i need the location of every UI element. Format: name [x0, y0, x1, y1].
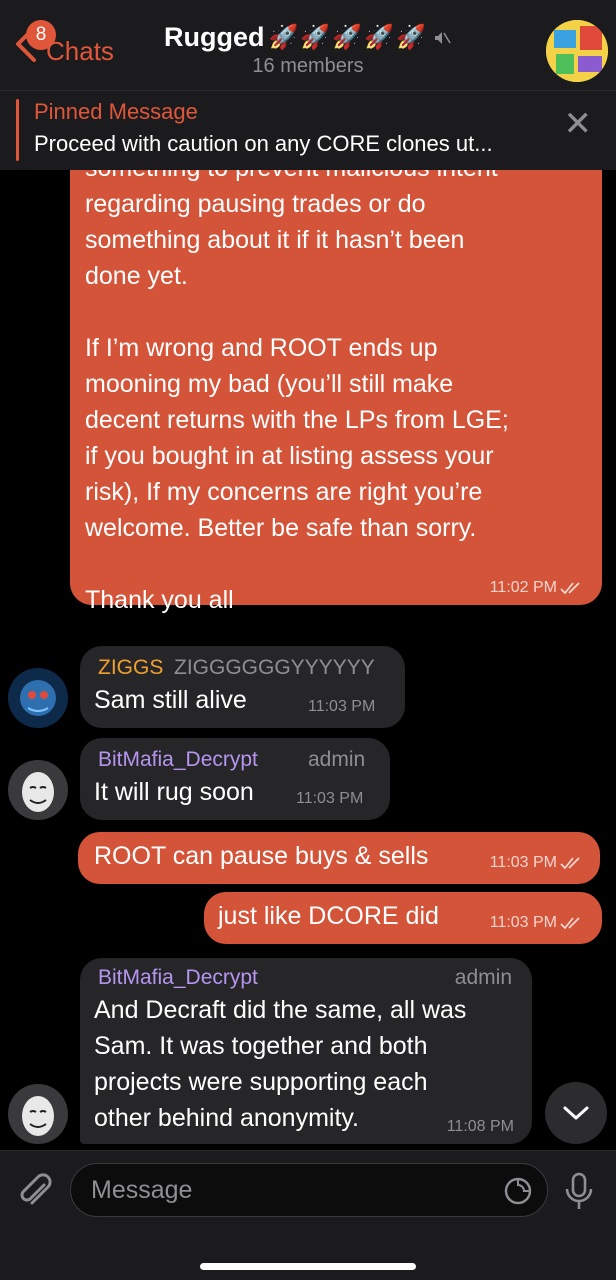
scroll-to-bottom-button[interactable] — [545, 1082, 607, 1144]
message-list[interactable]: something to prevent malicious intent re… — [0, 170, 616, 1150]
message-text-line: other behind anonymity. — [94, 1104, 359, 1132]
chat-header: 8 Chats Rugged 🚀🚀🚀🚀🚀 16 members — [0, 0, 616, 90]
avatar[interactable] — [8, 1084, 68, 1144]
message-time: 11:08 PM — [446, 1118, 514, 1135]
avatar[interactable] — [8, 668, 68, 728]
home-indicator — [200, 1263, 416, 1270]
muted-icon — [434, 31, 451, 44]
admin-badge: admin — [308, 748, 366, 771]
message-text: just like DCORE did — [218, 902, 439, 930]
message-text: something to prevent malicious intent re… — [85, 170, 509, 614]
double-check-icon — [560, 857, 580, 870]
sticker-icon[interactable] — [503, 1176, 533, 1206]
outgoing-message[interactable]: something to prevent malicious intent re… — [70, 170, 602, 614]
message-text-line: projects were supporting each — [94, 1068, 428, 1096]
group-avatar[interactable] — [546, 20, 608, 82]
paperclip-icon[interactable] — [16, 1171, 56, 1211]
message-input-placeholder: Message — [91, 1176, 193, 1204]
message-time: 11:02 PM — [490, 579, 584, 597]
message-text-line: And Decraft did the same, all was — [94, 996, 467, 1024]
composer-bar: Message — [0, 1150, 616, 1280]
message-input[interactable]: Message — [70, 1163, 548, 1217]
sender-name[interactable]: BitMafia_Decrypt — [98, 748, 258, 772]
sender-title: ZIGGGGGGYYYYYY — [174, 656, 375, 679]
message-time: 11:03 PM — [308, 698, 376, 715]
double-check-icon — [560, 917, 580, 930]
incoming-message[interactable]: BitMafia_Decrypt admin It will rug soon … — [80, 738, 390, 820]
time-text: 11:03 PM — [489, 914, 557, 931]
mask-avatar-image — [8, 1084, 68, 1144]
group-avatar-image — [546, 20, 608, 82]
incoming-message[interactable]: BitMafia_Decrypt admin And Decraft did t… — [80, 958, 532, 1144]
member-count: 16 members — [252, 55, 364, 77]
outgoing-message[interactable]: ROOT can pause buys & sells 11:03 PM — [78, 832, 600, 884]
pinned-indicator — [16, 99, 19, 161]
chat-title-area[interactable]: Rugged 🚀🚀🚀🚀🚀 16 members — [0, 22, 616, 78]
close-icon[interactable]: ✕ — [564, 107, 593, 141]
time-text: 11:02 PM — [489, 579, 557, 596]
pinned-text: Proceed with caution on any CORE clones … — [34, 131, 493, 156]
admin-badge: admin — [454, 966, 512, 989]
incoming-message[interactable]: ZIGGS ZIGGGGGGYYYYYY Sam still alive 11:… — [80, 646, 405, 728]
chat-title: Rugged — [164, 22, 265, 52]
outgoing-message[interactable]: just like DCORE did 11:03 PM — [204, 892, 602, 944]
message-text: ROOT can pause buys & sells — [94, 842, 429, 870]
microphone-icon[interactable] — [562, 1171, 596, 1213]
mask-avatar-image — [8, 760, 68, 820]
message-text-line: Sam. It was together and both — [94, 1032, 428, 1060]
pinned-title: Pinned Message — [34, 99, 198, 124]
pinned-message-bar[interactable]: Pinned Message Proceed with caution on a… — [0, 90, 616, 170]
time-text: 11:03 PM — [489, 854, 557, 871]
message-text: It will rug soon — [94, 778, 254, 806]
avatar[interactable] — [8, 760, 68, 820]
message-time: 11:03 PM — [490, 914, 584, 932]
chevron-down-icon — [563, 1106, 589, 1120]
message-time: 11:03 PM — [296, 790, 364, 807]
message-text: Sam still alive — [94, 686, 247, 714]
ziggs-avatar-image — [8, 668, 68, 728]
title-emoji: 🚀🚀🚀🚀🚀 — [268, 24, 428, 51]
double-check-icon — [560, 582, 580, 595]
sender-name[interactable]: BitMafia_Decrypt — [98, 966, 258, 990]
sender-name[interactable]: ZIGGS — [98, 656, 163, 680]
message-time: 11:03 PM — [490, 854, 584, 872]
